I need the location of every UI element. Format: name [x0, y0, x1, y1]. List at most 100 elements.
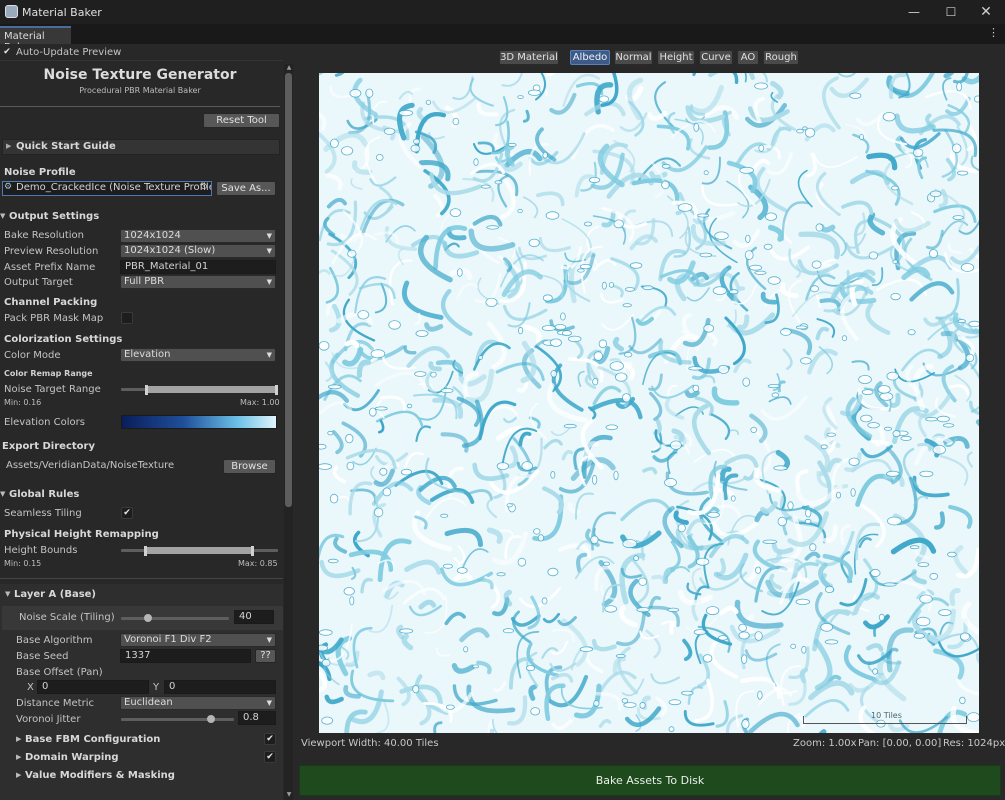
ice-cell	[507, 142, 517, 147]
bake-assets-button[interactable]: Bake Assets To Disk	[299, 765, 1001, 796]
base-algorithm-dropdown[interactable]: Voronoi F1 Div F2 ▼	[120, 633, 276, 647]
tab-height[interactable]: Height	[657, 50, 695, 65]
ice-cell	[717, 635, 728, 641]
ice-cell	[365, 88, 374, 98]
base-offset-label: Base Offset (Pan)	[16, 667, 103, 678]
tab-rough[interactable]: Rough	[763, 50, 799, 65]
ice-cell	[613, 470, 619, 481]
distance-metric-dropdown[interactable]: Euclidean ▼	[120, 696, 276, 710]
ice-cell	[577, 268, 585, 273]
chevron-down-icon: ▼	[0, 490, 6, 498]
pack-mask-checkbox[interactable]	[121, 312, 133, 324]
ice-cell	[959, 696, 966, 705]
noise-scale-slider[interactable]	[121, 617, 229, 620]
texture-preview-viewport[interactable]	[319, 73, 979, 733]
save-as-button[interactable]: Save As...	[216, 181, 276, 196]
scrollbar-thumb[interactable]	[285, 73, 292, 507]
tab-material-baker[interactable]: Material Baker	[0, 26, 71, 53]
range-min-handle[interactable]	[145, 385, 149, 395]
browse-button[interactable]: Browse	[223, 459, 276, 474]
ice-cell	[621, 393, 631, 403]
ice-cell	[525, 665, 536, 672]
tab-albedo[interactable]: Albedo	[570, 50, 610, 65]
object-picker-icon[interactable]: ⊙	[200, 182, 208, 192]
offset-y-input[interactable]: 0	[164, 680, 276, 694]
output-target-label: Output Target	[4, 277, 73, 288]
ice-cell	[609, 361, 624, 371]
asset-prefix-input[interactable]: PBR_Material_01	[120, 260, 276, 274]
color-mode-label: Color Mode	[4, 350, 61, 361]
ice-cell	[956, 81, 962, 92]
tab-ao[interactable]: AO	[737, 50, 759, 65]
elevation-gradient-field[interactable]	[121, 415, 277, 429]
ice-cell	[528, 238, 540, 248]
domain-warping-foldout[interactable]: Domain Warping	[25, 752, 119, 763]
ice-cell	[375, 154, 384, 161]
ice-cell	[741, 654, 748, 664]
ice-cell	[677, 523, 686, 533]
ice-cell	[346, 461, 355, 471]
range-max-handle[interactable]	[275, 385, 278, 395]
tab-3d-material[interactable]: 3D Material	[499, 50, 559, 65]
ice-cell	[780, 328, 792, 336]
ice-cell	[602, 561, 610, 566]
noise-profile-field[interactable]: Demo_CrackedIce (Noise Texture Profile)	[2, 181, 212, 196]
ice-cell	[824, 585, 835, 594]
ice-cell	[554, 324, 567, 331]
seamless-tiling-checkbox[interactable]: ✔	[121, 507, 133, 519]
offset-x-input[interactable]: 0	[37, 680, 149, 694]
range-max-handle[interactable]	[251, 546, 255, 556]
bake-resolution-dropdown[interactable]: 1024x1024 ▼	[120, 229, 276, 243]
close-button[interactable]: ✕	[971, 3, 1001, 21]
tab-curve[interactable]: Curve	[699, 50, 733, 65]
ice-cell	[750, 426, 758, 433]
ice-cell	[442, 563, 453, 569]
ice-cell	[968, 320, 979, 327]
ice-cell	[615, 654, 626, 659]
maximize-button[interactable]: ☐	[936, 3, 966, 21]
ice-cell	[952, 143, 962, 154]
noise-scale-label: Noise Scale (Tiling)	[19, 612, 115, 623]
ice-cell	[868, 251, 879, 260]
preview-resolution-dropdown[interactable]: 1024x1024 (Slow) ▼	[120, 244, 276, 258]
domain-warping-checkbox[interactable]: ✔	[264, 751, 276, 763]
ice-cell	[738, 631, 750, 640]
ice-cell	[960, 632, 971, 641]
color-mode-dropdown[interactable]: Elevation ▼	[120, 348, 276, 362]
ice-cell	[327, 384, 342, 390]
noise-target-range-fill[interactable]	[146, 386, 278, 393]
voronoi-jitter-input[interactable]: 0.8	[238, 711, 276, 725]
chevron-down-icon: ▼	[5, 590, 11, 598]
range-min-handle[interactable]	[143, 546, 147, 556]
ice-cell	[742, 377, 751, 387]
reset-tool-button[interactable]: Reset Tool	[203, 113, 280, 128]
auto-update-checkbox[interactable]: ✔	[1, 47, 13, 59]
ice-cell	[452, 117, 460, 126]
noise-scale-knob[interactable]	[144, 614, 152, 622]
output-target-dropdown[interactable]: Full PBR ▼	[120, 275, 276, 289]
ice-cell	[717, 364, 730, 374]
ice-cell	[886, 371, 899, 381]
random-seed-button[interactable]: ??	[255, 649, 276, 663]
ice-cell	[319, 341, 330, 351]
value-modifiers-foldout[interactable]: Value Modifiers & Masking	[25, 770, 175, 781]
height-bounds-fill[interactable]	[144, 547, 255, 554]
fbm-foldout[interactable]: Base FBM Configuration	[25, 734, 160, 745]
minimize-button[interactable]: —	[899, 3, 929, 21]
more-options-icon[interactable]: ⋮	[988, 26, 999, 39]
voronoi-jitter-slider[interactable]	[121, 718, 234, 721]
ice-cell	[550, 470, 556, 479]
title-bar: Material Baker — ☐ ✕	[0, 0, 1005, 24]
tab-normal[interactable]: Normal	[614, 50, 653, 65]
ice-cell	[642, 285, 654, 291]
ice-cell	[692, 384, 700, 393]
ice-cell	[860, 414, 873, 423]
ice-cell	[622, 539, 638, 549]
noise-scale-input[interactable]: 40	[234, 610, 274, 624]
fbm-checkbox[interactable]: ✔	[264, 733, 276, 745]
ice-cell	[703, 170, 709, 176]
base-seed-input[interactable]: 1337	[120, 649, 251, 663]
scroll-up-icon[interactable]: ▲	[284, 64, 294, 71]
ice-cell	[415, 330, 429, 337]
scroll-down-icon[interactable]: ▼	[284, 791, 294, 798]
